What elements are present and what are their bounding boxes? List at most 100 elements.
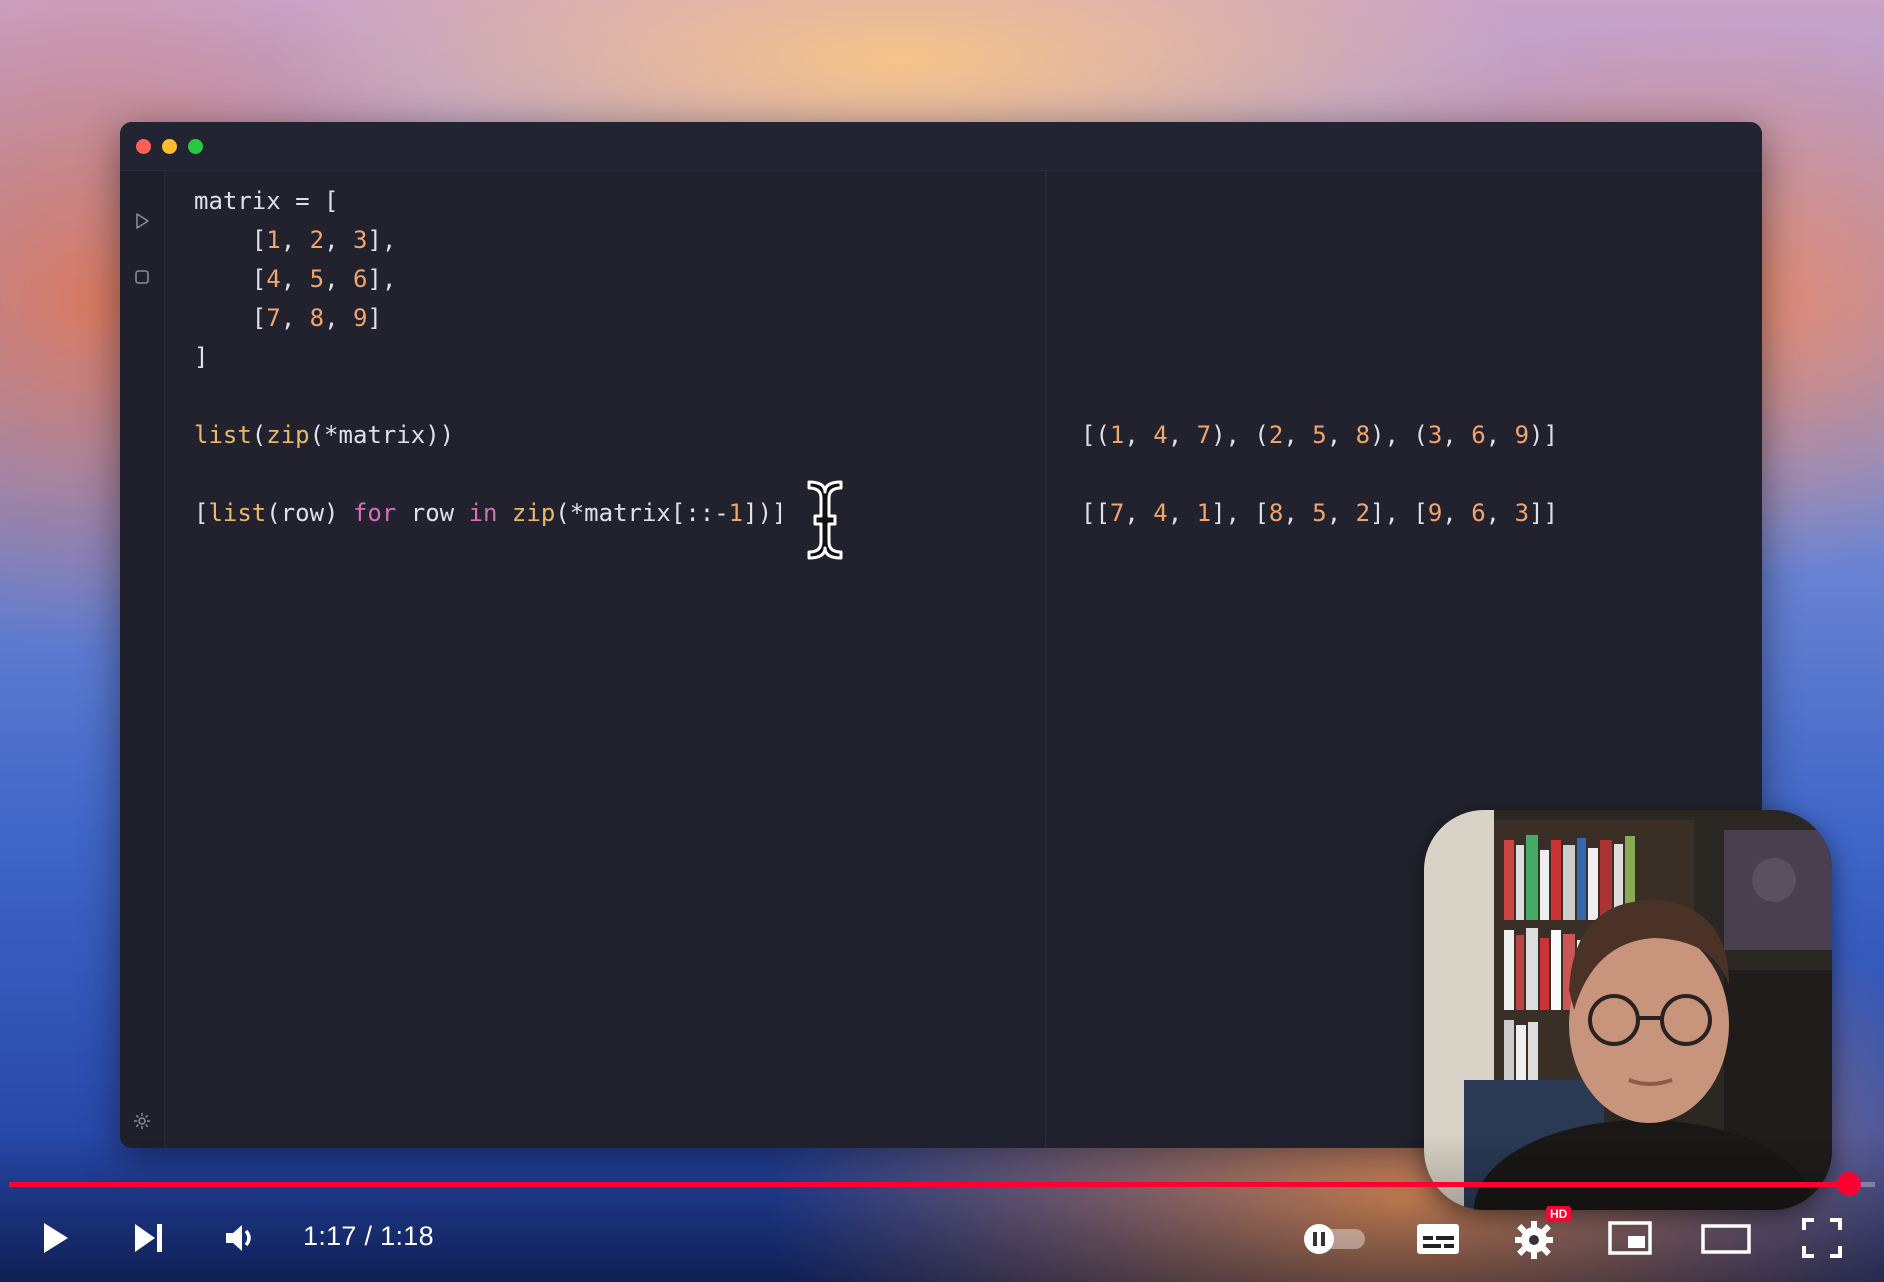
zoom-window-button[interactable] xyxy=(188,139,203,154)
duration: 1:18 xyxy=(380,1221,434,1251)
code-token: zip xyxy=(511,499,556,527)
result-token: 3 xyxy=(1427,421,1443,449)
code-editor[interactable]: matrix = [ [1, 2, 3], [4, 5, 6], [7, 8, … xyxy=(194,182,1124,533)
result-token: [( xyxy=(1081,421,1110,449)
result-line xyxy=(1081,182,1741,221)
title-bar xyxy=(120,122,1762,171)
result-line xyxy=(1081,377,1741,416)
code-token: 9 xyxy=(352,304,368,332)
code-token: , xyxy=(280,304,310,332)
code-token: ( xyxy=(251,421,267,449)
code-line: ] xyxy=(194,338,1124,377)
result-token: 7 xyxy=(1196,421,1212,449)
code-token: , xyxy=(324,226,353,254)
result-token: 9 xyxy=(1427,499,1443,527)
result-token: , xyxy=(1326,499,1356,527)
result-token: , xyxy=(1283,499,1313,527)
code-token: (*matrix)) xyxy=(309,421,455,449)
code-token: , xyxy=(280,226,310,254)
time-display: 1:17 / 1:18 xyxy=(303,1221,434,1252)
result-line xyxy=(1081,221,1741,260)
result-token: 9 xyxy=(1514,421,1530,449)
code-token: [ xyxy=(194,499,209,527)
result-line xyxy=(1081,260,1741,299)
result-token: 4 xyxy=(1153,499,1168,527)
code-token: 3 xyxy=(352,226,368,254)
code-token: ])] xyxy=(743,499,787,527)
code-line: [1, 2, 3], xyxy=(194,221,1124,260)
result-token: , xyxy=(1485,421,1515,449)
current-time: 1:17 xyxy=(303,1221,357,1251)
result-token: 2 xyxy=(1268,421,1284,449)
code-token: [ xyxy=(194,265,267,293)
code-line: [7, 8, 9] xyxy=(194,299,1124,338)
code-token: (*matrix[::- xyxy=(555,499,729,527)
result-token: )] xyxy=(1529,421,1558,449)
result-token: 7 xyxy=(1109,499,1125,527)
autoplay-toggle-icon[interactable] xyxy=(1301,1210,1369,1266)
code-line: [list(row) for row in zip(*matrix[::-1])… xyxy=(194,494,1124,533)
subtitles-icon[interactable] xyxy=(1410,1210,1466,1266)
code-token: 8 xyxy=(309,304,325,332)
result-line: [[7, 4, 1], [8, 5, 2], [9, 6, 3]] xyxy=(1081,494,1741,533)
code-token: , xyxy=(324,265,353,293)
hd-badge: HD xyxy=(1546,1206,1572,1222)
code-token: 1 xyxy=(266,226,281,254)
result-token: 1 xyxy=(1196,499,1212,527)
code-line: [4, 5, 6], xyxy=(194,260,1124,299)
code-token: , xyxy=(280,265,310,293)
result-token: , xyxy=(1485,499,1515,527)
result-line: [(1, 4, 7), (2, 5, 8), (3, 6, 9)] xyxy=(1081,416,1741,455)
result-token: , xyxy=(1283,421,1313,449)
code-token: ] xyxy=(367,304,382,332)
miniplayer-icon[interactable] xyxy=(1602,1210,1658,1266)
result-token: [[ xyxy=(1081,499,1110,527)
minimize-window-button[interactable] xyxy=(162,139,177,154)
code-line: matrix = [ xyxy=(194,182,1124,221)
code-token: 1 xyxy=(728,499,744,527)
code-token: ], xyxy=(367,226,397,254)
code-line: list(zip(*matrix)) xyxy=(194,416,1124,455)
code-token: ], xyxy=(367,265,397,293)
volume-icon[interactable] xyxy=(212,1210,268,1266)
next-icon[interactable] xyxy=(121,1210,177,1266)
result-token: 1 xyxy=(1109,421,1125,449)
result-token: 3 xyxy=(1514,499,1530,527)
code-token: 6 xyxy=(352,265,368,293)
result-token: ]] xyxy=(1529,499,1558,527)
code-token: list xyxy=(194,421,252,449)
result-line xyxy=(1081,338,1741,377)
theater-icon[interactable] xyxy=(1698,1210,1754,1266)
stop-icon[interactable] xyxy=(132,267,152,287)
result-token: 4 xyxy=(1153,421,1168,449)
code-token: in xyxy=(468,499,498,527)
result-token: , xyxy=(1124,499,1154,527)
code-token: 5 xyxy=(309,265,325,293)
code-token: (row) xyxy=(266,499,353,527)
code-token: [ xyxy=(194,226,267,254)
close-window-button[interactable] xyxy=(136,139,151,154)
result-token: 6 xyxy=(1471,499,1486,527)
code-token: row xyxy=(396,499,469,527)
settings-gear-icon[interactable] xyxy=(132,1111,152,1131)
side-toolbar xyxy=(120,171,165,1148)
code-token: 4 xyxy=(266,265,281,293)
run-icon[interactable] xyxy=(132,211,152,231)
result-line xyxy=(1081,455,1741,494)
result-token: ), ( xyxy=(1370,421,1428,449)
code-token: 2 xyxy=(309,226,325,254)
result-token: 6 xyxy=(1471,421,1486,449)
scrubber-handle[interactable] xyxy=(1836,1172,1861,1196)
result-token: , xyxy=(1167,421,1197,449)
result-token: , xyxy=(1442,499,1472,527)
progress-bar[interactable] xyxy=(9,1182,1875,1187)
code-token: matrix = [ xyxy=(194,187,339,215)
fullscreen-icon[interactable] xyxy=(1794,1210,1850,1266)
result-token: 2 xyxy=(1355,499,1371,527)
result-token: , xyxy=(1124,421,1154,449)
result-token: ), ( xyxy=(1211,421,1269,449)
play-icon[interactable] xyxy=(26,1210,82,1266)
